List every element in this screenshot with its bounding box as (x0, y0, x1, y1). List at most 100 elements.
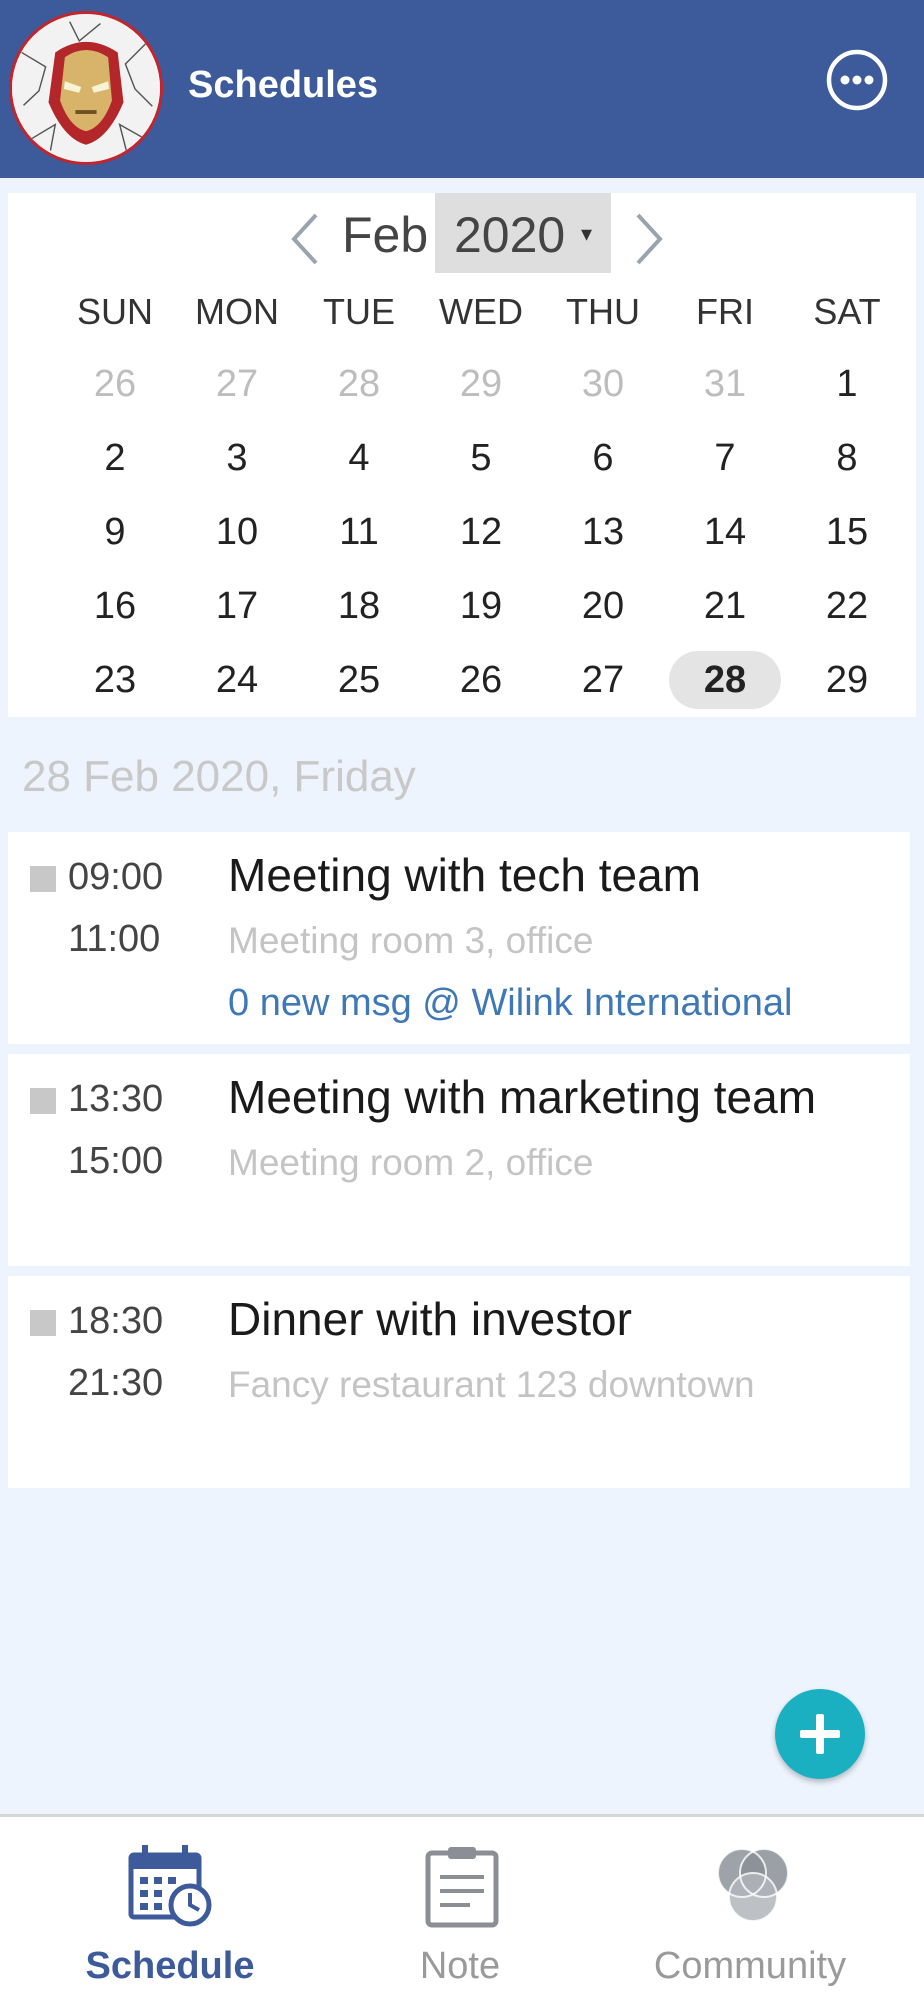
nav-item-schedule[interactable]: Schedule (50, 1817, 290, 2000)
event-marker (30, 1310, 56, 1336)
previous-month-button[interactable] (286, 211, 326, 267)
calendar-day-number: 28 (337, 363, 381, 405)
event-title: Dinner with investor (228, 1293, 632, 1345)
weekday-sun: SUN (76, 291, 153, 332)
calendar-day-number: 10 (215, 511, 259, 553)
calendar-day[interactable]: 25 (298, 649, 420, 711)
calendar-day[interactable]: 8 (786, 427, 908, 489)
weekday-mon: MON (195, 291, 279, 332)
bottom-navigation: Schedule Note Community (0, 1814, 924, 2000)
event-marker (30, 866, 56, 892)
calendar-day-number: 8 (836, 437, 858, 479)
calendar-day-number: 18 (337, 585, 381, 627)
calendar-day[interactable]: 1 (786, 353, 908, 415)
calendar-day[interactable]: 21 (664, 575, 786, 637)
calendar-day[interactable]: 29 (786, 649, 908, 711)
event-end-time: 15:00 (68, 1140, 164, 1182)
calendar-day-number: 22 (825, 585, 869, 627)
event-start-time: 18:30 (68, 1300, 164, 1342)
calendar-day-number: 30 (581, 363, 625, 405)
nav-item-community[interactable]: Community (630, 1817, 870, 2000)
calendar-day-number: 17 (215, 585, 259, 627)
calendar-day-number: 29 (459, 363, 503, 405)
event-card[interactable]: 18:30 21:30 Dinner with investor Fancy r… (8, 1276, 910, 1488)
calendar-day-number: 6 (592, 437, 614, 479)
calendar-day[interactable]: 24 (176, 649, 298, 711)
calendar-day[interactable]: 27 (176, 353, 298, 415)
weekday-sat: SAT (813, 291, 881, 332)
community-circles-icon (717, 1848, 789, 1922)
calendar-day[interactable]: 11 (298, 501, 420, 563)
calendar-day-number: 3 (226, 437, 248, 479)
calendar-day[interactable]: 15 (786, 501, 908, 563)
nav-item-note[interactable]: Note (340, 1817, 580, 2000)
calendar: Feb 2020 ▾ SUN MON TUE WED THU FRI SAT 2… (8, 193, 916, 717)
event-title: Meeting with marketing team (228, 1071, 817, 1123)
calendar-day-number: 15 (825, 511, 869, 553)
app-header: Schedules (0, 0, 924, 178)
calendar-day[interactable]: 2 (54, 427, 176, 489)
event-location: Meeting room 2, office (228, 1142, 594, 1183)
calendar-day[interactable]: 27 (542, 649, 664, 711)
calendar-day-number: 23 (93, 659, 137, 701)
calendar-day[interactable]: 3 (176, 427, 298, 489)
calendar-day[interactable]: 6 (542, 427, 664, 489)
event-message-link[interactable]: 0 new msg @ Wilink International (228, 982, 792, 1025)
weekday-fri: FRI (696, 291, 754, 332)
calendar-day-number: 19 (459, 585, 503, 627)
calendar-day[interactable]: 20 (542, 575, 664, 637)
calendar-day[interactable]: 13 (542, 501, 664, 563)
avatar[interactable] (9, 11, 163, 165)
calendar-day-number: 1 (836, 363, 858, 405)
calendar-day-number: 31 (703, 363, 747, 405)
calendar-day-number: 7 (714, 437, 736, 479)
calendar-day[interactable]: 10 (176, 501, 298, 563)
calendar-day[interactable]: 5 (420, 427, 542, 489)
calendar-day[interactable]: 26 (54, 353, 176, 415)
calendar-day-number: 4 (348, 437, 370, 479)
event-end-time: 21:30 (68, 1362, 164, 1404)
calendar-day[interactable]: 19 (420, 575, 542, 637)
event-location: Meeting room 3, office (228, 920, 594, 961)
calendar-day[interactable]: 16 (54, 575, 176, 637)
calendar-day-number: 14 (703, 511, 747, 553)
calendar-day-number: 26 (93, 363, 137, 405)
calendar-day[interactable]: 30 (542, 353, 664, 415)
event-card[interactable]: 13:30 15:00 Meeting with marketing team … (8, 1054, 910, 1266)
calendar-day-number: 25 (337, 659, 381, 701)
event-card[interactable]: 09:00 11:00 Meeting with tech team Meeti… (8, 832, 910, 1044)
selected-date-heading: 28 Feb 2020, Friday (22, 752, 416, 801)
event-start-time: 13:30 (68, 1078, 164, 1120)
calendar-day-number: 12 (459, 511, 503, 553)
calendar-day-number: 2 (104, 437, 126, 479)
event-marker (30, 1088, 56, 1114)
calendar-day[interactable]: 18 (298, 575, 420, 637)
calendar-day[interactable]: 28 (298, 353, 420, 415)
chevron-left-icon (291, 213, 318, 265)
calendar-day[interactable]: 9 (54, 501, 176, 563)
add-event-button[interactable] (775, 1689, 865, 1779)
calendar-day[interactable]: 31 (664, 353, 786, 415)
calendar-day[interactable]: 17 (176, 575, 298, 637)
calendar-day[interactable]: 4 (298, 427, 420, 489)
calendar-day[interactable]: 7 (664, 427, 786, 489)
calendar-day-number: 27 (215, 363, 259, 405)
calendar-day[interactable]: 29 (420, 353, 542, 415)
calendar-day[interactable]: 14 (664, 501, 786, 563)
calendar-day-selected[interactable]: 28 (664, 649, 786, 711)
next-month-button[interactable] (628, 211, 668, 267)
year-select[interactable]: 2020 ▾ (435, 193, 611, 273)
calendar-day-number: 5 (470, 437, 492, 479)
page-title: Schedules (188, 64, 379, 106)
event-location: Fancy restaurant 123 downtown (228, 1364, 755, 1405)
calendar-day[interactable]: 22 (786, 575, 908, 637)
calendar-day[interactable]: 23 (54, 649, 176, 711)
calendar-day[interactable]: 12 (420, 501, 542, 563)
weekday-tue: TUE (323, 291, 395, 332)
year-label: 2020 (454, 207, 566, 263)
calendar-day-number: 13 (581, 511, 625, 553)
calendar-day[interactable]: 26 (420, 649, 542, 711)
event-title: Meeting with tech team (228, 849, 702, 901)
calendar-day-number: 11 (339, 511, 379, 553)
more-options-icon[interactable] (825, 48, 889, 112)
